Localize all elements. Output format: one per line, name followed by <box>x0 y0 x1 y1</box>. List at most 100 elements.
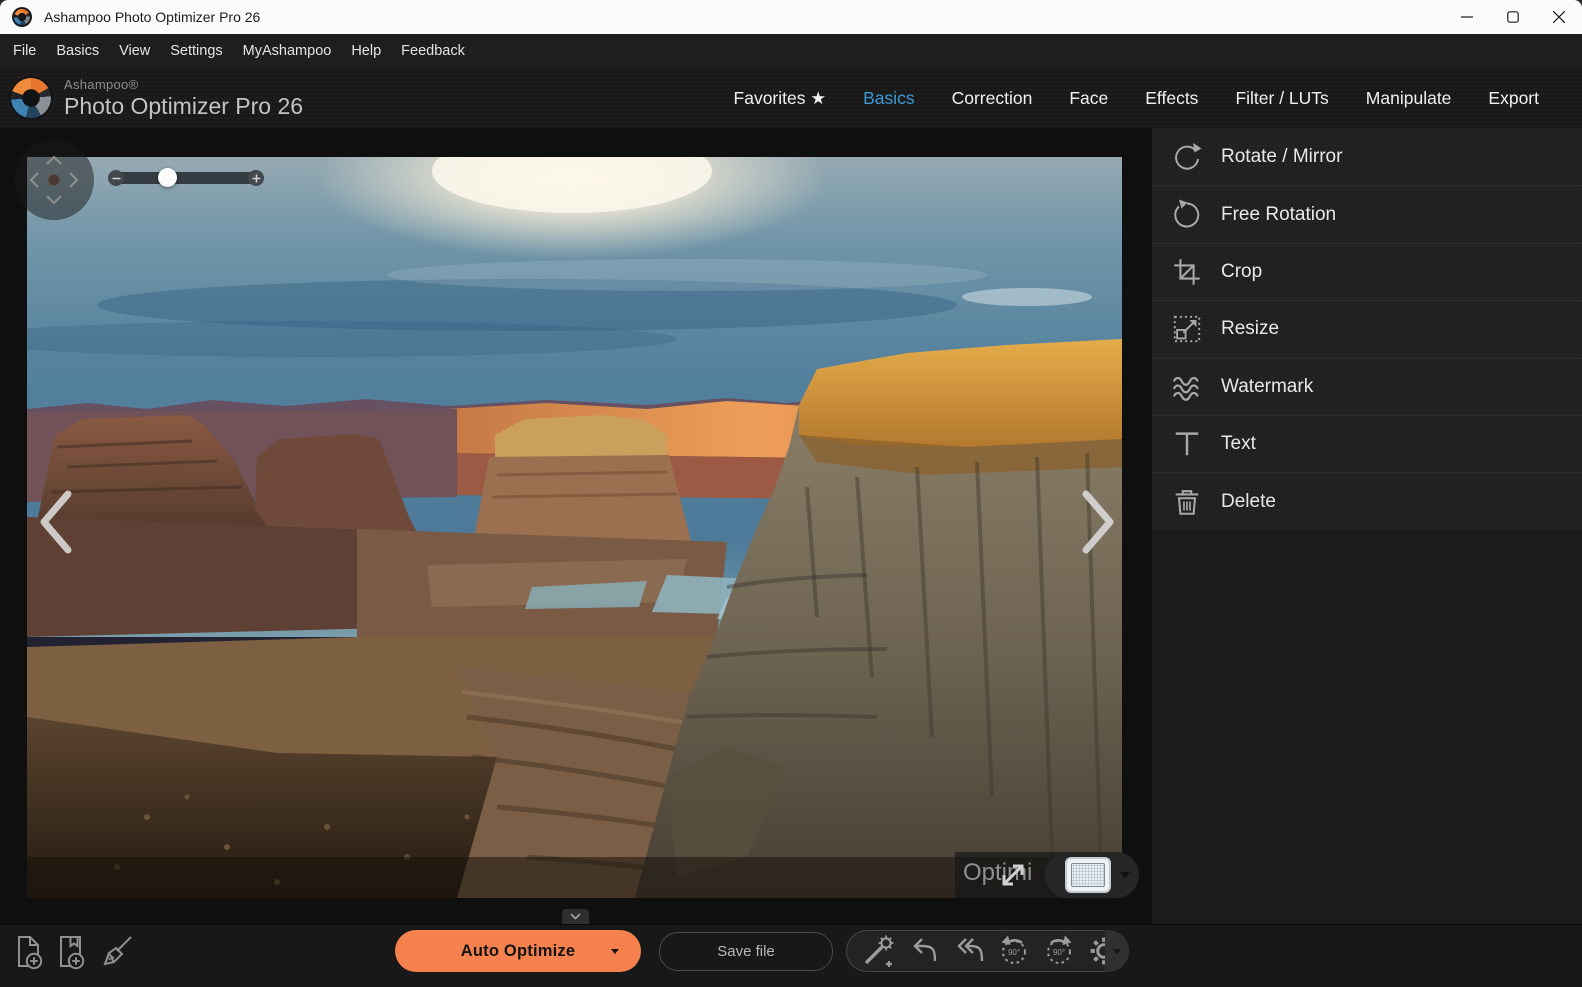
zoom-out-button[interactable] <box>108 170 124 186</box>
menu-item-myashampoo[interactable]: MyAshampoo <box>243 43 332 59</box>
svg-text:90°: 90° <box>1053 948 1065 957</box>
zoom-slider-track[interactable] <box>116 172 256 184</box>
minimize-button[interactable] <box>1444 0 1490 34</box>
chevron-right-icon <box>1076 488 1120 556</box>
magic-wand-icon <box>862 934 896 968</box>
menu-item-view[interactable]: View <box>119 43 150 59</box>
menu-item-file[interactable]: File <box>13 43 36 59</box>
brand-block: Ashampoo® Photo Optimizer Pro 26 <box>64 78 303 118</box>
rotate-right-90-icon: 90° <box>1041 933 1077 969</box>
panel-item-text[interactable]: Text <box>1152 415 1582 472</box>
enhance-wand-button[interactable] <box>861 933 897 969</box>
title-bar: Ashampoo Photo Optimizer Pro 26 <box>0 0 1582 34</box>
zoom-in-button[interactable] <box>248 170 264 186</box>
menu-item-feedback[interactable]: Feedback <box>401 43 465 59</box>
rotate-mirror-icon <box>1170 140 1204 174</box>
undo-button[interactable] <box>906 933 942 969</box>
brand-name: Ashampoo® <box>64 78 303 92</box>
previous-image-button[interactable] <box>34 488 78 556</box>
tab-effects[interactable]: Effects <box>1145 88 1198 109</box>
panel-item-crop[interactable]: Crop <box>1152 243 1582 300</box>
tab-correction[interactable]: Correction <box>952 88 1033 109</box>
menu-item-help[interactable]: Help <box>351 43 381 59</box>
plus-icon <box>252 174 261 183</box>
menu-item-settings[interactable]: Settings <box>170 43 222 59</box>
auto-optimize-dropdown-icon[interactable] <box>611 949 619 954</box>
minus-icon <box>112 174 121 183</box>
fullscreen-button[interactable] <box>993 855 1033 895</box>
chevron-down-icon <box>570 913 581 920</box>
add-folder-icon <box>53 933 89 971</box>
tab-export[interactable]: Export <box>1488 88 1539 109</box>
header: Ashampoo® Photo Optimizer Pro 26 Favorit… <box>0 68 1582 128</box>
panel-item-rotate-mirror[interactable]: Rotate / Mirror <box>1152 128 1582 185</box>
photo-canyon-lake <box>27 157 1122 898</box>
clear-list-button[interactable] <box>99 933 135 971</box>
main-area: Optimi <box>0 128 1582 924</box>
undo-icon <box>907 934 941 968</box>
zoom-slider-thumb[interactable] <box>158 168 177 187</box>
panel-item-delete[interactable]: Delete <box>1152 472 1582 529</box>
panel-item-resize[interactable]: Resize <box>1152 300 1582 357</box>
panel-item-label: Resize <box>1221 318 1279 340</box>
undo-all-icon <box>952 934 986 968</box>
tool-group: 90° 90° <box>846 930 1129 972</box>
window-controls <box>1444 0 1582 34</box>
thumbnail-strip-toggle[interactable] <box>562 909 589 924</box>
watermark-icon <box>1170 370 1204 404</box>
view-mode-button[interactable] <box>1065 857 1111 893</box>
rotate-right-button[interactable]: 90° <box>1041 933 1077 969</box>
ashampoo-swirl-logo-icon <box>8 75 54 121</box>
window-title: Ashampoo Photo Optimizer Pro 26 <box>44 9 260 25</box>
tool-group-dropdown[interactable] <box>1105 930 1129 972</box>
single-view-icon <box>1071 863 1105 887</box>
panel-item-label: Text <box>1221 433 1256 455</box>
add-image-button[interactable] <box>11 933 47 971</box>
text-icon <box>1170 427 1204 461</box>
add-image-icon <box>11 933 47 971</box>
pan-arrows-icon <box>14 140 94 220</box>
app-window: Ashampoo Photo Optimizer Pro 26 File Bas… <box>0 0 1582 987</box>
bottom-toolbar: Auto Optimize Save file <box>0 924 1582 987</box>
menu-bar: File Basics View Settings MyAshampoo Hel… <box>0 34 1582 68</box>
undo-all-button[interactable] <box>951 933 987 969</box>
minimize-icon <box>1461 11 1473 23</box>
rotate-left-90-icon: 90° <box>996 933 1032 969</box>
chevron-left-icon <box>34 488 78 556</box>
compare-overlay: Optimi <box>955 852 1139 898</box>
tab-face[interactable]: Face <box>1069 88 1108 109</box>
chevron-down-icon <box>1113 949 1121 954</box>
panel-item-label: Rotate / Mirror <box>1221 146 1342 168</box>
panel-item-watermark[interactable]: Watermark <box>1152 358 1582 415</box>
tab-manipulate[interactable]: Manipulate <box>1366 88 1452 109</box>
panel-item-free-rotation[interactable]: Free Rotation <box>1152 185 1582 242</box>
view-mode-dropdown-icon[interactable] <box>1120 872 1130 878</box>
panel-item-label: Delete <box>1221 491 1276 513</box>
svg-text:90°: 90° <box>1008 948 1020 957</box>
product-title: Photo Optimizer Pro 26 <box>64 94 303 118</box>
save-file-button[interactable]: Save file <box>659 932 833 971</box>
close-button[interactable] <box>1536 0 1582 34</box>
maximize-button[interactable] <box>1490 0 1536 34</box>
crop-icon <box>1170 255 1204 289</box>
auto-optimize-label: Auto Optimize <box>461 942 575 961</box>
tab-filter-luts[interactable]: Filter / LUTs <box>1235 88 1328 109</box>
auto-optimize-button[interactable]: Auto Optimize <box>395 930 641 972</box>
add-folder-button[interactable] <box>53 933 89 971</box>
panel-item-label: Crop <box>1221 261 1262 283</box>
tab-basics[interactable]: Basics <box>863 88 915 109</box>
rotate-left-button[interactable]: 90° <box>996 933 1032 969</box>
main-nav: Favorites ★ Basics Correction Face Effec… <box>734 88 1582 109</box>
app-logo-icon <box>12 7 32 27</box>
next-image-button[interactable] <box>1076 488 1120 556</box>
menu-item-basics[interactable]: Basics <box>56 43 99 59</box>
panel-item-label: Free Rotation <box>1221 204 1336 226</box>
panel-item-label: Watermark <box>1221 376 1313 398</box>
tab-favorites[interactable]: Favorites ★ <box>734 88 827 109</box>
maximize-icon <box>1507 11 1519 23</box>
close-icon <box>1553 11 1565 23</box>
pan-control[interactable] <box>14 140 94 220</box>
expand-icon <box>993 855 1033 895</box>
photo-canvas[interactable] <box>27 157 1122 898</box>
broom-icon <box>99 933 135 971</box>
